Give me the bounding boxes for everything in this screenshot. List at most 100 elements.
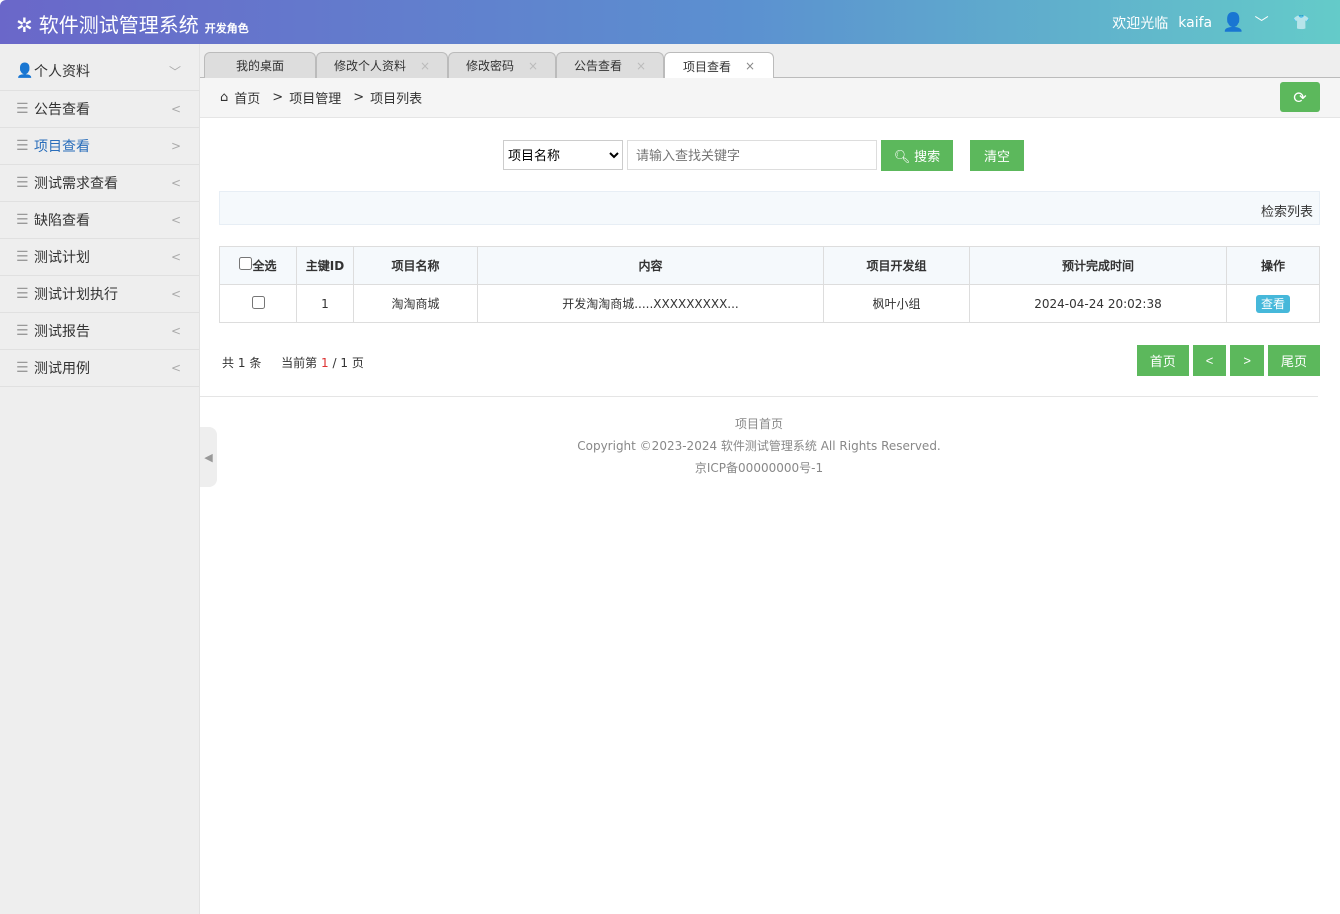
tab-label: 修改密码 bbox=[465, 59, 514, 73]
total-suffix: 条 bbox=[249, 356, 262, 370]
breadcrumb-separator: > bbox=[353, 90, 365, 105]
sidebar-item-label: 个人资料 bbox=[34, 64, 90, 80]
column-header: 项目名称 bbox=[353, 246, 478, 285]
breadcrumb-home[interactable]: 首页 bbox=[234, 88, 260, 107]
cell-name: 淘淘商城 bbox=[353, 284, 478, 323]
chevron-icon: ﹀ bbox=[168, 64, 181, 79]
breadcrumb-project-management[interactable]: 项目管理 bbox=[289, 88, 341, 107]
search-input[interactable] bbox=[627, 140, 877, 170]
menu-icon: ☰ bbox=[16, 360, 29, 376]
select-all-checkbox[interactable] bbox=[239, 257, 253, 270]
chevron-down-icon[interactable]: ﹀ bbox=[1255, 13, 1269, 33]
tab-edit-profile[interactable]: 修改个人资料 × bbox=[316, 52, 448, 78]
skin-shirt-icon[interactable]: 👕 bbox=[1293, 15, 1310, 31]
search-field-select[interactable]: 项目名称 bbox=[503, 140, 623, 170]
avatar-icon[interactable]: 👤 bbox=[1222, 12, 1244, 33]
sidebar-item-defect[interactable]: ☰ 缺陷查看 < bbox=[0, 202, 199, 239]
refresh-icon: ⟳ bbox=[1293, 87, 1307, 107]
refresh-button[interactable]: ⟳ bbox=[1280, 82, 1320, 112]
close-icon[interactable]: × bbox=[528, 59, 538, 73]
pagination-info: 共 1 条 当前第 1 / 1 页 bbox=[222, 354, 364, 371]
search-icon: 🔍︎ bbox=[893, 149, 911, 164]
sidebar-item-testcase[interactable]: ☰ 测试用例 < bbox=[0, 350, 199, 387]
close-icon[interactable]: × bbox=[636, 59, 646, 73]
current-prefix: 当前第 bbox=[281, 356, 318, 370]
total-count: 1 bbox=[237, 356, 246, 370]
chevron-icon: < bbox=[170, 324, 181, 338]
column-header: 内容 bbox=[477, 246, 824, 285]
table-row: 1 淘淘商城 开发淘淘商城.....XXXXXXXXX... 枫叶小组 2024… bbox=[219, 284, 1320, 323]
tab-notice[interactable]: 公告查看 × bbox=[556, 52, 664, 78]
menu-icon: ☰ bbox=[16, 286, 29, 302]
last-page-button[interactable]: 尾页 bbox=[1267, 345, 1320, 376]
tab-label: 修改个人资料 bbox=[333, 59, 406, 73]
next-page-button[interactable]: > bbox=[1230, 345, 1264, 376]
breadcrumb: ⌂ 首页 > 项目管理 > 项目列表 ⟳ bbox=[200, 78, 1340, 118]
app-title: 软件测试管理系统 bbox=[38, 13, 199, 37]
row-checkbox[interactable] bbox=[251, 295, 265, 309]
username[interactable]: kaifa bbox=[1178, 15, 1212, 31]
menu-icon: ☰ bbox=[16, 138, 29, 154]
tab-change-password[interactable]: 修改密码 × bbox=[448, 52, 556, 78]
cell-time: 2024-04-24 20:02:38 bbox=[969, 284, 1227, 323]
column-header: 预计完成时间 bbox=[969, 246, 1227, 285]
table-header-row: 全选 主键ID 项目名称 内容 项目开发组 预计完成时间 操作 bbox=[219, 246, 1320, 285]
sidebar-item-report[interactable]: ☰ 测试报告 < bbox=[0, 313, 199, 350]
footer-icp[interactable]: 京ICP备00000000号-1 bbox=[200, 457, 1318, 479]
select-all-header[interactable]: 全选 bbox=[219, 246, 297, 285]
project-table: 全选 主键ID 项目名称 内容 项目开发组 预计完成时间 操作 1 淘淘商城 开… bbox=[219, 246, 1320, 323]
sidebar-item-label: 测试用例 bbox=[34, 361, 90, 377]
chevron-icon: < bbox=[170, 213, 181, 227]
menu-icon: ☰ bbox=[16, 249, 29, 265]
sidebar-item-requirement[interactable]: ☰ 测试需求查看 < bbox=[0, 165, 199, 202]
app-logo: ✲ 软件测试管理系统 开发角色 bbox=[16, 9, 249, 38]
sidebar-item-project[interactable]: ☰ 项目查看 > bbox=[0, 128, 199, 165]
menu-icon: ☰ bbox=[16, 175, 29, 191]
sidebar-item-label: 公告查看 bbox=[34, 102, 90, 118]
list-title: 检索列表 bbox=[219, 191, 1320, 225]
close-icon[interactable]: × bbox=[420, 59, 430, 73]
home-icon: ⌂ bbox=[220, 90, 229, 105]
sidebar-item-label: 测试需求查看 bbox=[34, 176, 118, 192]
view-button[interactable]: 查看 bbox=[1255, 295, 1290, 313]
sidebar-item-plan[interactable]: ☰ 测试计划 < bbox=[0, 239, 199, 276]
welcome-text: 欢迎光临 bbox=[1112, 15, 1169, 32]
close-icon[interactable]: × bbox=[745, 59, 755, 73]
menu-icon: ☰ bbox=[16, 212, 29, 228]
column-header: 项目开发组 bbox=[823, 246, 970, 285]
page-separator: / bbox=[332, 356, 337, 370]
chevron-icon: < bbox=[170, 102, 181, 116]
chevron-icon: > bbox=[170, 139, 181, 153]
cell-content: 开发淘淘商城.....XXXXXXXXX... bbox=[477, 284, 824, 323]
cell-id: 1 bbox=[296, 284, 354, 323]
pagination: 首页 < > 尾页 bbox=[1136, 345, 1320, 376]
tab-bar: 我的桌面 修改个人资料 × 修改密码 × 公告查看 × 项目查看 × bbox=[200, 44, 1340, 79]
chevron-icon: < bbox=[170, 361, 181, 375]
total-prefix: 共 bbox=[222, 356, 235, 370]
sidebar-item-label: 测试计划 bbox=[34, 250, 90, 266]
role-label: 开发角色 bbox=[204, 22, 249, 35]
current-page: 1 bbox=[321, 356, 329, 370]
footer-home-link[interactable]: 项目首页 bbox=[200, 413, 1318, 435]
sidebar: 👤 个人资料 ﹀ ☰ 公告查看 < ☰ 项目查看 > ☰ 测试需求查看 < ☰ 缺陷查看 < ☰ 测试… bbox=[0, 44, 200, 914]
footer-copyright: Copyright ©2023-2024 软件测试管理系统 All Rights… bbox=[577, 439, 941, 453]
cell-group: 枫叶小组 bbox=[823, 284, 970, 323]
chevron-icon: < bbox=[170, 176, 181, 190]
breadcrumb-separator: > bbox=[272, 90, 284, 105]
sidebar-item-plan-exec[interactable]: ☰ 测试计划执行 < bbox=[0, 276, 199, 313]
sidebar-item-label: 测试报告 bbox=[34, 324, 90, 340]
tab-label: 公告查看 bbox=[573, 59, 622, 73]
sidebar-item-label: 测试计划执行 bbox=[34, 287, 118, 303]
first-page-button[interactable]: 首页 bbox=[1136, 345, 1189, 376]
sidebar-item-notice[interactable]: ☰ 公告查看 < bbox=[0, 91, 199, 128]
tab-desktop[interactable]: 我的桌面 bbox=[204, 52, 316, 78]
tab-project[interactable]: 项目查看 × bbox=[664, 52, 774, 79]
tab-label: 项目查看 bbox=[682, 59, 731, 74]
prev-page-button[interactable]: < bbox=[1192, 345, 1227, 376]
clear-button[interactable]: 清空 bbox=[970, 140, 1024, 171]
chevron-icon: < bbox=[170, 250, 181, 264]
sidebar-item-profile[interactable]: 👤 个人资料 ﹀ bbox=[0, 44, 199, 91]
search-button[interactable]: 🔍︎ 搜索 bbox=[881, 140, 953, 171]
menu-icon: ☰ bbox=[16, 101, 29, 117]
select-all-label: 全选 bbox=[252, 259, 277, 273]
